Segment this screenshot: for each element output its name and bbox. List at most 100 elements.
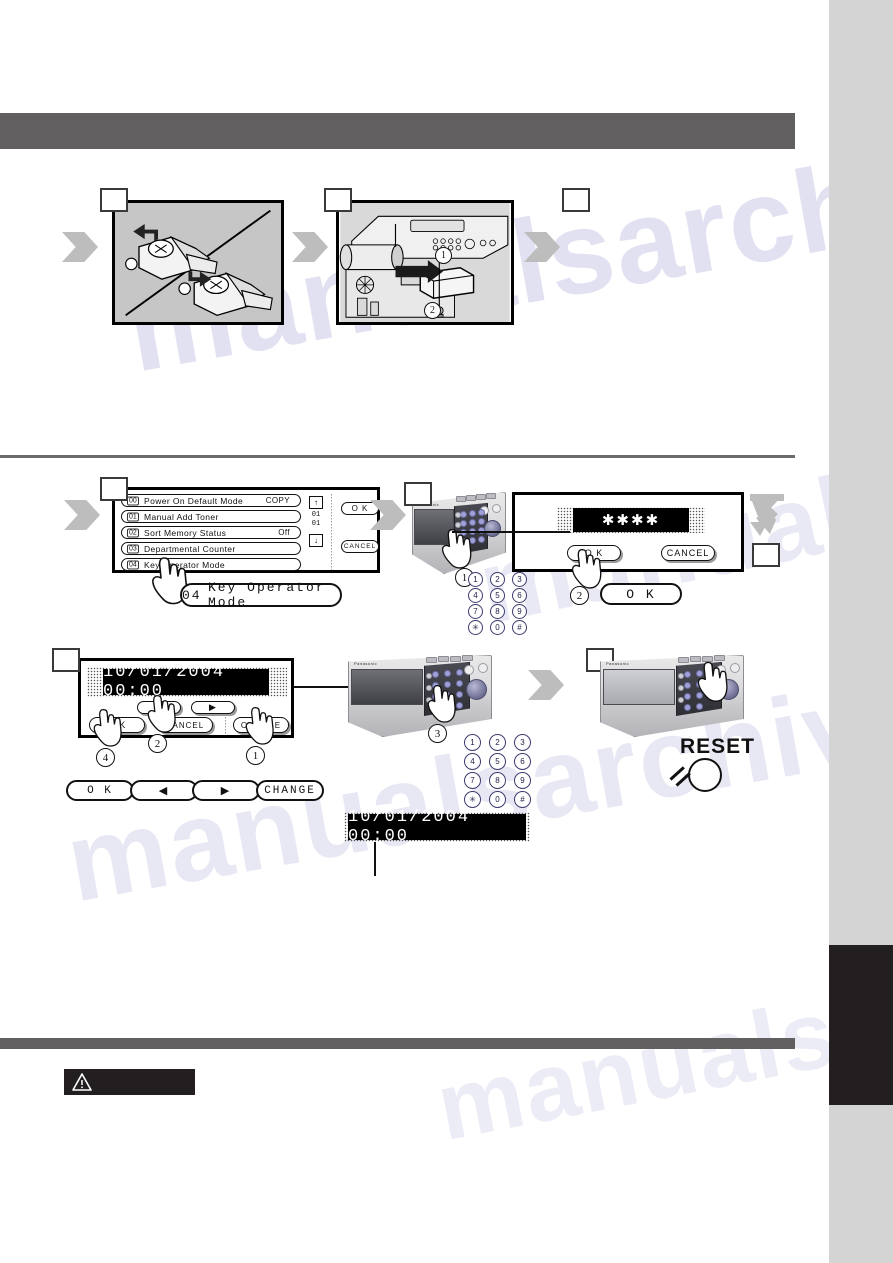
pointing-hand-icon [426, 684, 458, 724]
machine-reset-button[interactable] [730, 663, 740, 673]
keypad-key-7[interactable]: 7 [468, 604, 483, 619]
machine-mode-tab [450, 656, 461, 662]
keypad-key-9[interactable]: 9 [512, 604, 527, 619]
machine-lcd-screen [351, 669, 423, 705]
keypad-key-4[interactable]: 4 [464, 753, 481, 770]
step-marker-box [324, 188, 352, 212]
reset-button-icon[interactable] [688, 758, 722, 792]
keypad-key-9[interactable]: 9 [514, 772, 531, 789]
keypad-key-0[interactable]: 0 [490, 620, 505, 635]
step-marker-box [100, 477, 128, 501]
machine-indicator-led [455, 512, 461, 518]
illustration-battery-orientation [112, 200, 284, 325]
keypad-key-0[interactable]: 0 [489, 791, 506, 808]
machine-mode-tab [466, 495, 476, 501]
lcd-cancel-button[interactable]: CANCEL [341, 540, 379, 553]
menu-row-manual-add-toner[interactable]: 01 Manual Add Toner [121, 510, 301, 523]
keypad-key-hash[interactable]: # [512, 620, 527, 635]
password-cancel-button[interactable]: CANCEL [661, 545, 715, 561]
menu-row-power-on-default-mode[interactable]: 00 Power On Default Mode COPY [121, 494, 301, 507]
keypad-key-2[interactable]: 2 [489, 734, 506, 751]
keypad-key-6[interactable]: 6 [514, 753, 531, 770]
section-divider [0, 1038, 795, 1049]
panel-divider [331, 494, 332, 570]
keypad-key-hash[interactable]: # [514, 791, 531, 808]
keypad-key-5[interactable]: 5 [489, 753, 506, 770]
keypad-key-3[interactable]: 3 [512, 572, 527, 587]
callout-datetime-left-arrow: ◀ [130, 780, 198, 801]
menu-row-index: 04 [127, 560, 139, 569]
password-readout: ✱✱✱✱ [573, 508, 689, 532]
machine-numeric-key [684, 704, 691, 711]
machine-numeric-key [469, 510, 476, 517]
touch-order-number: 2 [148, 734, 167, 753]
keypad-key-asterisk[interactable]: ✳ [464, 791, 481, 808]
machine-mode-tab [456, 496, 466, 502]
pointing-hand-icon [696, 660, 730, 704]
keypad-key-4[interactable]: 4 [468, 588, 483, 603]
datetime-right-arrow-button[interactable]: ▶ [191, 701, 235, 714]
menu-row-label: Power On Default Mode [144, 495, 244, 506]
page-total: 01 [311, 520, 321, 528]
menu-row-label: Sort Memory Status [144, 527, 227, 538]
flow-arrow-icon [62, 232, 98, 262]
touch-order-number: 1 [246, 746, 265, 765]
keypad-key-7[interactable]: 7 [464, 772, 481, 789]
keypad-key-asterisk[interactable]: ✳ [468, 620, 483, 635]
menu-row-departmental-counter[interactable]: 03 Departmental Counter [121, 542, 301, 555]
machine-mode-tab [476, 494, 486, 500]
keypad-key-1[interactable]: 1 [464, 734, 481, 751]
callout-datetime-change: CHANGE [256, 780, 324, 801]
pointing-hand-icon [92, 708, 124, 748]
flow-wrap-arrow-icon [748, 492, 788, 538]
machine-control-panel-photo: Panasonic [348, 655, 492, 737]
touch-order-number: 4 [96, 748, 115, 767]
pointing-hand-icon [244, 706, 276, 746]
page-indicator: 01 01 [307, 511, 325, 529]
menu-row-key-operator-mode[interactable]: 04 Key Operator Mode [121, 558, 301, 571]
datetime-result-readout: 10/01/2004 00:00 [348, 808, 526, 846]
machine-numeric-key [460, 511, 467, 518]
illustration-battery-holder-removal: 1 2 [336, 200, 514, 325]
lcd-ok-button[interactable]: O K [341, 502, 379, 515]
machine-mode-tab [678, 657, 689, 663]
watermark: manualsarchive.com [428, 867, 893, 1162]
flow-arrow-icon [64, 500, 100, 530]
machine-clear-button[interactable] [464, 665, 474, 675]
keypad-key-8[interactable]: 8 [490, 604, 505, 619]
step-marker-box [404, 482, 432, 506]
page-current: 01 [311, 511, 321, 519]
machine-numeric-key [469, 519, 476, 526]
machine-stop-button[interactable] [478, 663, 488, 673]
scroll-up-button[interactable]: ↑ [309, 496, 323, 509]
menu-row-label: Departmental Counter [144, 543, 236, 554]
keypad-key-5[interactable]: 5 [490, 588, 505, 603]
machine-stop-button[interactable] [492, 504, 501, 513]
scroll-down-button[interactable]: ↓ [309, 534, 323, 547]
keypad-key-2[interactable]: 2 [490, 572, 505, 587]
machine-mode-tab [462, 655, 473, 661]
keypad-key-3[interactable]: 3 [514, 734, 531, 751]
menu-row-value: Off [278, 527, 290, 537]
datetime-readout: 10/01/2004 00:00 [103, 663, 269, 701]
callout-number-2: 2 [424, 302, 441, 319]
machine-numeric-key [696, 703, 703, 710]
machine-numeric-key [432, 671, 439, 678]
keypad-key-8[interactable]: 8 [489, 772, 506, 789]
machine-indicator-led [678, 673, 684, 679]
menu-row-sort-memory-status[interactable]: 02 Sort Memory Status Off [121, 526, 301, 539]
callout-datetime-ok: O K [66, 780, 134, 801]
warning-triangle-icon [72, 1073, 92, 1091]
menu-row-value: COPY [265, 495, 290, 505]
keypad-key-1[interactable]: 1 [468, 572, 483, 587]
machine-start-button[interactable] [484, 520, 501, 537]
leader-line [294, 686, 356, 688]
numeric-keypad-diagram: 1 2 3 4 5 6 7 8 9 ✳ 0 # [464, 734, 534, 808]
machine-brand-label: Panasonic [354, 661, 378, 666]
keypad-key-6[interactable]: 6 [512, 588, 527, 603]
caution-notice-box [64, 1069, 195, 1095]
machine-start-button[interactable] [466, 679, 487, 700]
pointing-hand-icon [440, 528, 474, 570]
step-marker-box [752, 543, 780, 567]
step-marker-box [100, 188, 128, 212]
